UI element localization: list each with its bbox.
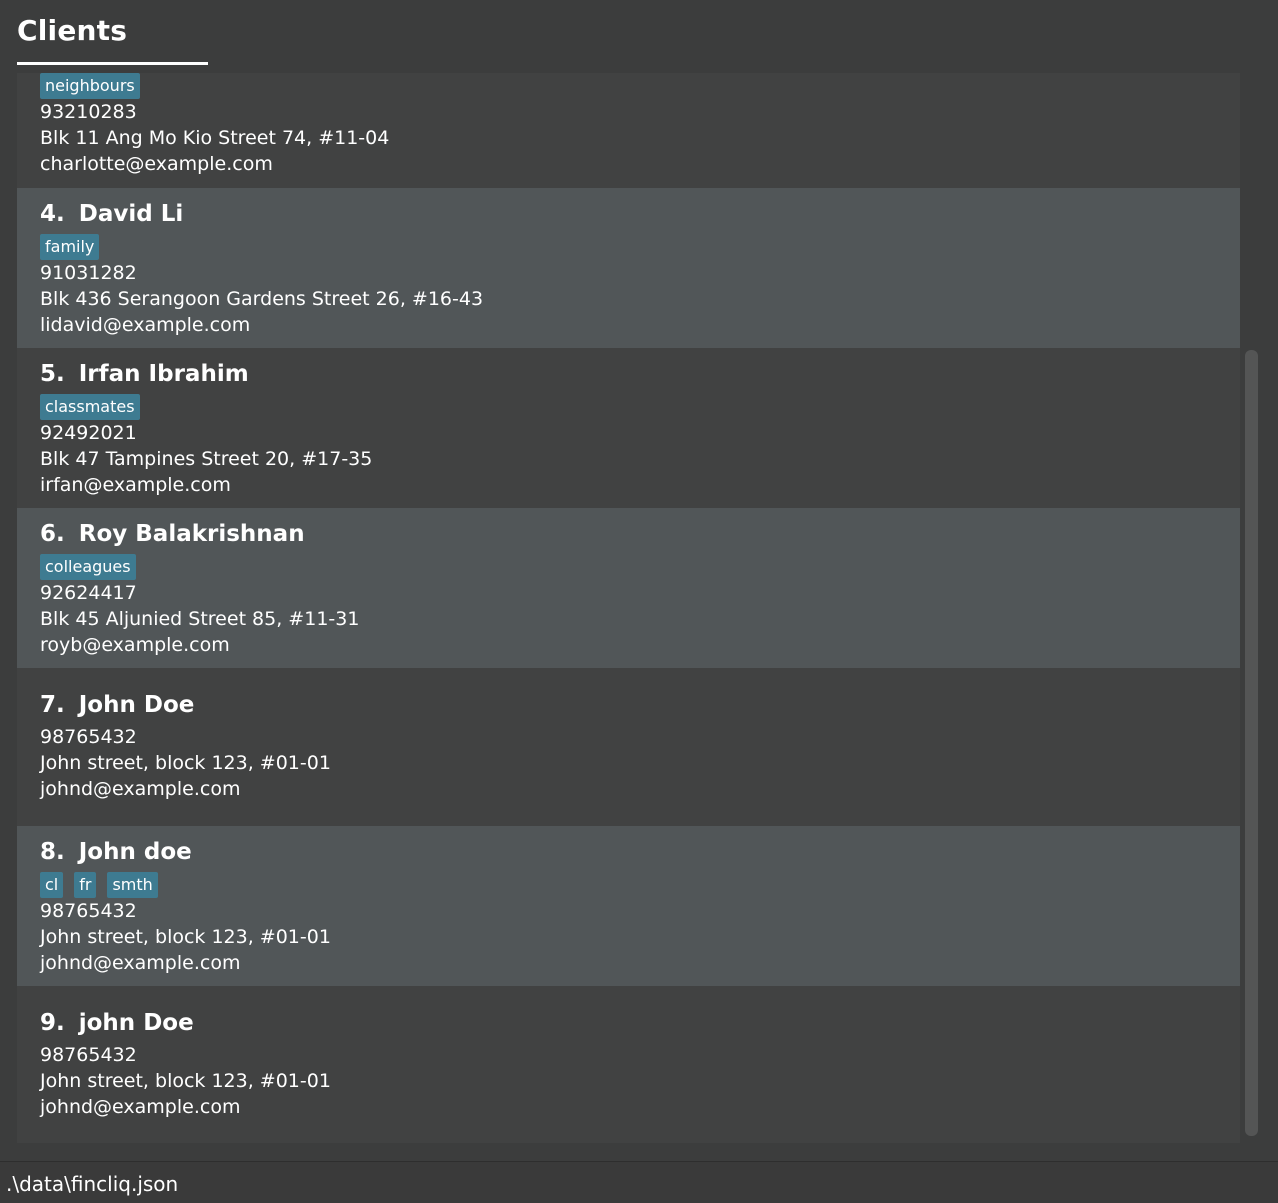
client-name-text: David Li xyxy=(78,201,184,227)
client-card[interactable]: 9. john Doe 98765432 John street, block 123… xyxy=(17,986,1240,1143)
client-name: 4. David Li xyxy=(40,201,183,227)
data-file-path: .\data\fincliq.json xyxy=(6,1172,179,1196)
tag-list: family xyxy=(40,234,110,262)
client-name-text: Roy Balakrishnan xyxy=(78,521,305,547)
client-card[interactable]: 6. Roy Balakrishnan colleagues 92624417 Blk … xyxy=(17,508,1240,668)
client-address: Blk 11 Ang Mo Kio Street 74, #11-04 xyxy=(40,127,390,149)
client-email: johnd@example.com xyxy=(40,1096,241,1118)
app-window: Clients neighbours 93210283 Blk 11 Ang Mo … xyxy=(0,0,1278,1203)
tag-badge: classmates xyxy=(40,394,140,420)
client-card[interactable]: 8. John doe cl fr smth 98765432 John street, b… xyxy=(17,826,1240,986)
header: Clients xyxy=(0,0,1278,73)
client-address: John street, block 123, #01-01 xyxy=(40,926,331,948)
client-email: charlotte@example.com xyxy=(40,153,273,175)
client-name-text: John doe xyxy=(78,839,192,865)
tab-underline xyxy=(17,62,208,65)
client-email: johnd@example.com xyxy=(40,952,241,974)
client-phone: 91031282 xyxy=(40,262,137,284)
client-index: 5. xyxy=(40,361,65,387)
client-name: 5. Irfan Ibrahim xyxy=(40,361,249,387)
client-card[interactable]: neighbours 93210283 Blk 11 Ang Mo Kio Stre… xyxy=(17,73,1240,188)
client-phone: 98765432 xyxy=(40,726,137,748)
tag-list: cl fr smth xyxy=(40,872,169,900)
tag-badge: fr xyxy=(74,872,97,898)
tag-list: classmates xyxy=(40,394,151,422)
client-address: John street, block 123, #01-01 xyxy=(40,752,331,774)
tab-clients[interactable]: Clients xyxy=(17,14,127,47)
client-index: 9. xyxy=(40,1010,65,1036)
tag-list: neighbours xyxy=(40,73,151,101)
status-bar: .\data\fincliq.json xyxy=(0,1161,1278,1203)
tag-badge: smth xyxy=(107,872,158,898)
client-name: 7. John Doe xyxy=(40,692,194,718)
tag-badge: colleagues xyxy=(40,554,136,580)
client-card[interactable]: 5. Irfan Ibrahim classmates 92492021 Blk 47 … xyxy=(17,348,1240,508)
client-email: johnd@example.com xyxy=(40,778,241,800)
scrollbar-thumb[interactable] xyxy=(1245,350,1258,1136)
client-address: Blk 45 Aljunied Street 85, #11-31 xyxy=(40,608,360,630)
client-address: John street, block 123, #01-01 xyxy=(40,1070,331,1092)
client-index: 6. xyxy=(40,521,65,547)
client-phone: 98765432 xyxy=(40,900,137,922)
client-phone: 98765432 xyxy=(40,1044,137,1066)
client-index: 8. xyxy=(40,839,65,865)
client-name-text: john Doe xyxy=(78,1010,194,1036)
client-name-text: Irfan Ibrahim xyxy=(78,361,249,387)
tag-badge: neighbours xyxy=(40,73,140,99)
client-list[interactable]: neighbours 93210283 Blk 11 Ang Mo Kio Stre… xyxy=(17,73,1240,1143)
client-phone: 92492021 xyxy=(40,422,137,444)
client-card[interactable]: 4. David Li family 91031282 Blk 436 Serangoo… xyxy=(17,188,1240,348)
client-phone: 92624417 xyxy=(40,582,137,604)
client-email: royb@example.com xyxy=(40,634,230,656)
client-email: irfan@example.com xyxy=(40,474,231,496)
client-address: Blk 436 Serangoon Gardens Street 26, #16… xyxy=(40,288,484,310)
client-index: 7. xyxy=(40,692,65,718)
client-card[interactable]: 7. John Doe 98765432 John street, block 123… xyxy=(17,668,1240,826)
tag-badge: family xyxy=(40,234,100,260)
client-address: Blk 47 Tampines Street 20, #17-35 xyxy=(40,448,373,470)
client-email: lidavid@example.com xyxy=(40,314,251,336)
tag-list: colleagues xyxy=(40,554,147,582)
client-name-text: John Doe xyxy=(78,692,195,718)
client-phone: 93210283 xyxy=(40,101,137,123)
client-name: 6. Roy Balakrishnan xyxy=(40,521,305,547)
client-index: 4. xyxy=(40,201,65,227)
tag-badge: cl xyxy=(40,872,64,898)
client-name: 8. John doe xyxy=(40,839,192,865)
client-name: 9. john Doe xyxy=(40,1010,194,1036)
